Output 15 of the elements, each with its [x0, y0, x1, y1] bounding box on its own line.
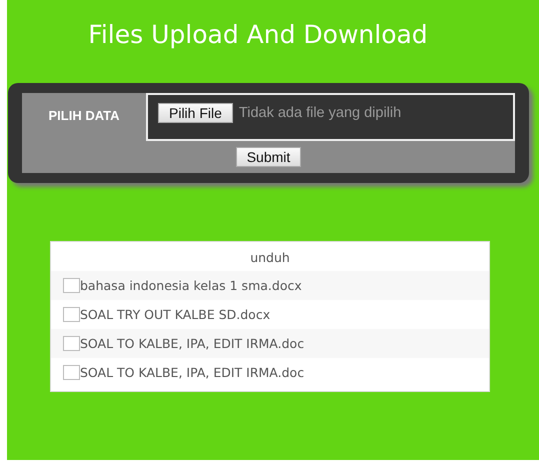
- file-name: bahasa indonesia kelas 1 sma.docx: [80, 278, 302, 293]
- choose-file-button[interactable]: Pilih File: [158, 103, 233, 123]
- checkbox[interactable]: [63, 336, 80, 351]
- file-name: SOAL TRY OUT KALBE SD.docx: [80, 307, 270, 322]
- file-name: SOAL TO KALBE, IPA, EDIT IRMA.doc: [80, 336, 304, 351]
- file-status: Tidak ada file yang dipilih: [238, 105, 402, 121]
- table-header: unduh: [249, 249, 291, 267]
- submit-button[interactable]: Submit: [236, 147, 302, 167]
- file-input[interactable]: Pilih File Tidak ada file yang dipilih: [146, 93, 515, 141]
- field-label: PILIH DATA: [47, 106, 120, 124]
- checkbox[interactable]: [63, 278, 80, 293]
- page-title: Files Upload And Download: [87, 20, 429, 49]
- checkbox[interactable]: [63, 307, 80, 322]
- file-name: SOAL TO KALBE, IPA, EDIT IRMA.doc: [80, 365, 304, 380]
- checkbox[interactable]: [63, 365, 80, 380]
